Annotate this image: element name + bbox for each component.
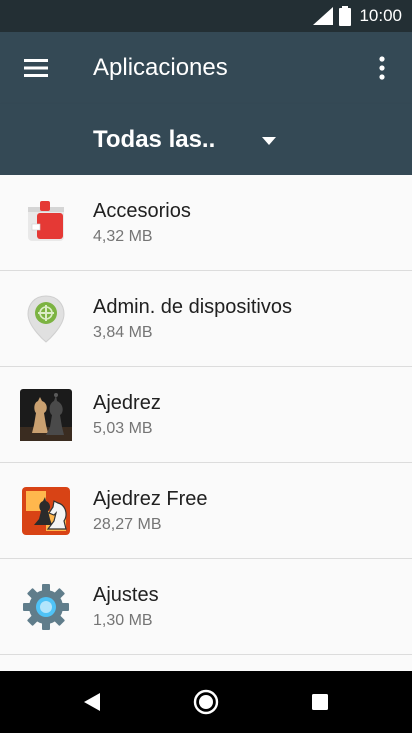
- status-time: 10:00: [359, 6, 402, 25]
- battery-icon: [339, 6, 352, 26]
- list-item-ajedrez[interactable]: Ajedrez 5,03 MB: [0, 367, 412, 463]
- device-admin-icon: [27, 295, 65, 343]
- list-item-admin-dispositivos[interactable]: Admin. de dispositivos 3,84 MB: [0, 271, 412, 367]
- back-icon: [84, 693, 100, 711]
- app-name: Ajustes: [93, 584, 159, 606]
- chess-icon: [20, 389, 72, 441]
- app-list: Accesorios 4,32 MB Admin. de dispositivo…: [0, 175, 412, 655]
- app-name: Admin. de dispositivos: [93, 296, 292, 318]
- dropdown-arrow-icon: [262, 137, 276, 145]
- app-size: 5,03 MB: [93, 420, 153, 437]
- recents-icon: [312, 694, 328, 710]
- app-bar: Aplicaciones: [0, 32, 412, 104]
- hamburger-menu-icon: [24, 59, 48, 77]
- page-title: Aplicaciones: [93, 54, 228, 81]
- app-name: Ajedrez: [93, 392, 161, 414]
- app-filter-dropdown[interactable]: Todas las..: [82, 112, 302, 168]
- list-item-ajedrez-free[interactable]: Ajedrez Free 28,27 MB: [0, 463, 412, 559]
- more-vert-icon: [379, 56, 385, 80]
- filter-selected-value: Todas las..: [93, 126, 216, 153]
- signal-icon: [313, 7, 334, 25]
- chess-free-icon: [22, 487, 70, 535]
- home-button[interactable]: [186, 682, 226, 722]
- app-size: 4,32 MB: [93, 228, 153, 245]
- list-item-accesorios[interactable]: Accesorios 4,32 MB: [0, 175, 412, 271]
- recents-button[interactable]: [300, 682, 340, 722]
- list-item-ajustes[interactable]: Ajustes 1,30 MB: [0, 559, 412, 655]
- app-size: 28,27 MB: [93, 516, 162, 533]
- menu-button[interactable]: [12, 44, 60, 92]
- filter-bar: Todas las..: [0, 104, 412, 175]
- accessories-icon: [28, 201, 64, 241]
- app-size: 1,30 MB: [93, 612, 153, 629]
- app-name: Ajedrez Free: [93, 488, 208, 510]
- app-size: 3,84 MB: [93, 324, 153, 341]
- navigation-bar: [0, 671, 412, 733]
- app-name: Accesorios: [93, 200, 191, 222]
- status-icons: 10:00: [313, 0, 402, 32]
- status-bar: 10:00: [0, 0, 412, 32]
- home-icon: [193, 689, 219, 715]
- back-button[interactable]: [72, 682, 112, 722]
- settings-gear-icon: [23, 584, 69, 630]
- more-options-button[interactable]: [358, 44, 406, 92]
